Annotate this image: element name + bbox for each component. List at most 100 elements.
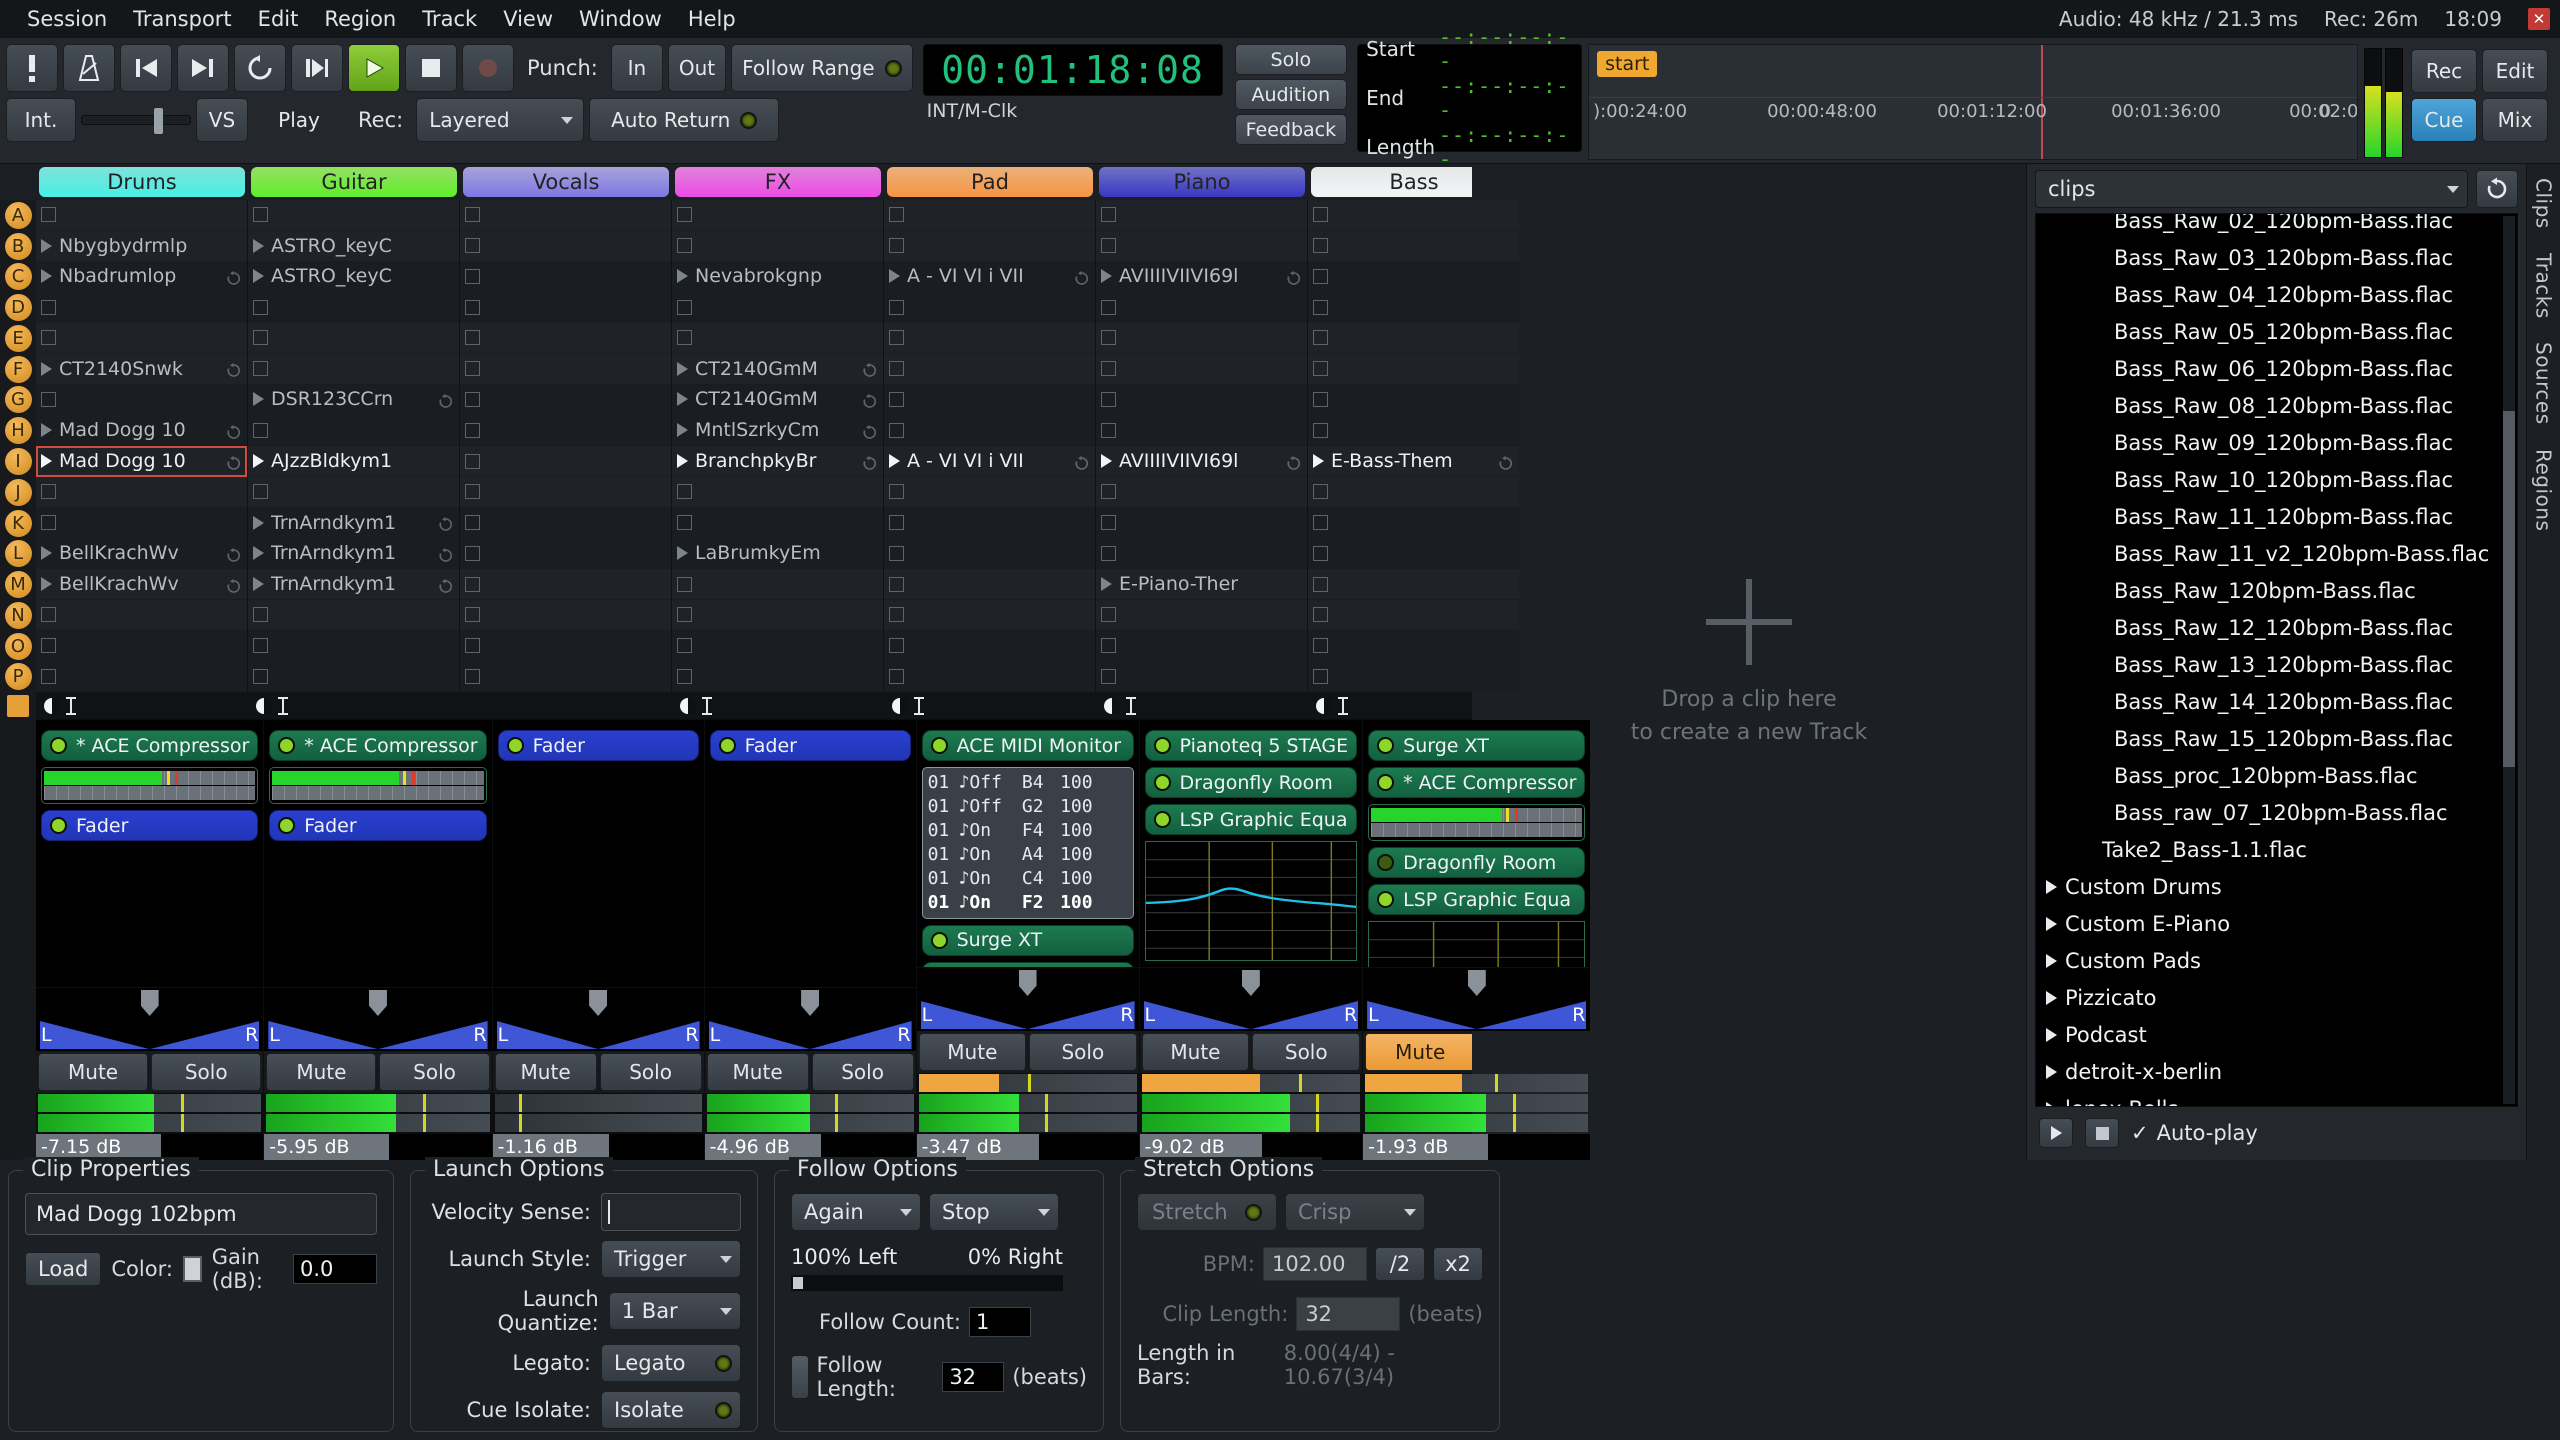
clip-slot[interactable]	[36, 323, 247, 354]
panner[interactable]: LR	[493, 987, 704, 1051]
cue-row-H[interactable]: H	[0, 415, 36, 446]
clip-slot[interactable]	[1308, 631, 1519, 662]
clip-slot[interactable]	[884, 631, 1095, 662]
processor-led-icon[interactable]	[1154, 811, 1171, 828]
stretch-mode-select[interactable]: Crisp	[1285, 1193, 1425, 1231]
clip-slot[interactable]	[460, 661, 671, 692]
clip-slot[interactable]	[884, 569, 1095, 600]
clip-slot[interactable]	[460, 200, 671, 231]
track-name-drums[interactable]: Drums	[39, 167, 245, 197]
clip-name-input[interactable]: Mad Dogg 102bpm	[25, 1193, 377, 1235]
panner[interactable]: LR	[36, 987, 263, 1051]
slider-handle[interactable]	[793, 1277, 803, 1289]
mute-button[interactable]: Mute	[1365, 1033, 1475, 1071]
clip-slot[interactable]	[460, 477, 671, 508]
solo-button[interactable]: Solo	[1252, 1033, 1360, 1071]
clip-file-item[interactable]: Bass_Raw_09_120bpm-Bass.flac	[2036, 424, 2517, 461]
clip-length-input[interactable]: 32	[1296, 1297, 1400, 1331]
follow-length-toggle[interactable]	[791, 1355, 809, 1399]
clip-slot[interactable]	[1096, 323, 1307, 354]
clip-slot[interactable]: AVIIIIVIIVI69l	[1096, 262, 1307, 293]
punch-in-button[interactable]: In	[611, 44, 663, 92]
clip-slot[interactable]: AVIIIIVIIVI69l	[1096, 446, 1307, 477]
mute-button[interactable]: Mute	[266, 1053, 376, 1091]
clip-slot[interactable]	[672, 600, 883, 631]
clip-slot[interactable]: Nbygbydrmlp	[36, 231, 247, 262]
clip-slot[interactable]	[460, 415, 671, 446]
processor-plugin[interactable]: * ACE Compressor	[269, 730, 486, 761]
processor-led-icon[interactable]	[931, 737, 948, 754]
clip-file-item[interactable]: Bass_Raw_120bpm-Bass.flac	[2036, 572, 2517, 609]
mute-button[interactable]: Mute	[38, 1053, 148, 1091]
marker-start[interactable]: start	[1597, 51, 1657, 77]
follow-action-a-select[interactable]: Again	[791, 1193, 921, 1231]
processor-plugin[interactable]: Dragonfly Room	[1145, 767, 1358, 798]
tab-tracks[interactable]: Tracks	[2532, 253, 2556, 319]
metronome-button[interactable]	[63, 44, 115, 92]
processor-box[interactable]: Fader	[493, 720, 704, 987]
clip-slot[interactable]	[1308, 508, 1519, 539]
clip-slot[interactable]	[1308, 415, 1519, 446]
processor-box[interactable]: ACE MIDI Monitor01♪OffB410001♪OffG210001…	[917, 720, 1139, 967]
clip-file-item[interactable]: Bass_Raw_05_120bpm-Bass.flac	[2036, 313, 2517, 350]
clip-slot[interactable]	[1096, 661, 1307, 692]
panner[interactable]: LR	[1363, 967, 1590, 1031]
audition-indicator-button[interactable]: Audition	[1235, 79, 1347, 110]
pan-position-knob[interactable]	[1019, 970, 1037, 996]
expander-icon[interactable]	[2046, 954, 2057, 968]
pan-position-knob[interactable]	[801, 990, 819, 1016]
clip-slot[interactable]	[248, 661, 459, 692]
clip-slot[interactable]	[672, 631, 883, 662]
cue-row-F[interactable]: F	[0, 354, 36, 385]
clip-slot[interactable]	[36, 292, 247, 323]
close-icon[interactable]: ✕	[2528, 8, 2550, 30]
record-button[interactable]	[462, 44, 514, 92]
clip-slot[interactable]	[884, 323, 1095, 354]
play-preview-button[interactable]	[2039, 1118, 2073, 1148]
processor-led-icon[interactable]	[1377, 891, 1394, 908]
clips-source-select[interactable]: clips	[2035, 170, 2468, 208]
menu-edit[interactable]: Edit	[245, 3, 312, 35]
clip-slot[interactable]	[884, 292, 1095, 323]
clip-slot[interactable]	[1096, 477, 1307, 508]
mix-window-button[interactable]: Mix	[2482, 98, 2548, 142]
clip-slot[interactable]	[248, 600, 459, 631]
cue-row-G[interactable]: G	[0, 385, 36, 416]
track-stop-bar[interactable]	[248, 692, 459, 720]
stop-all-cues-button[interactable]	[0, 692, 36, 720]
clips-list-scrollbar[interactable]	[2503, 216, 2515, 1104]
clip-slot[interactable]	[1096, 385, 1307, 416]
processor-plugin[interactable]: * ACE Compressor	[41, 730, 258, 761]
processor-box[interactable]: * ACE CompressorFader	[264, 720, 491, 987]
processor-fader[interactable]: Fader	[41, 810, 258, 841]
clip-slot[interactable]	[248, 292, 459, 323]
shuttle-knob[interactable]	[154, 108, 163, 134]
clip-file-item[interactable]: Bass_Raw_12_120bpm-Bass.flac	[2036, 609, 2517, 646]
pan-position-knob[interactable]	[1242, 970, 1260, 996]
clip-group-item[interactable]: Custom E-Piano	[2036, 905, 2517, 942]
cue-row-P[interactable]: P	[0, 661, 36, 692]
clip-slot[interactable]	[884, 231, 1095, 262]
clip-slot[interactable]	[248, 631, 459, 662]
clip-slot[interactable]	[1096, 200, 1307, 231]
expander-icon[interactable]	[2046, 1028, 2057, 1042]
clip-slot[interactable]	[460, 385, 671, 416]
clip-file-item[interactable]: Bass_raw_07_120bpm-Bass.flac	[2036, 794, 2517, 831]
clip-group-item[interactable]: lenox-Bells	[2036, 1090, 2517, 1107]
clip-slot[interactable]	[1096, 415, 1307, 446]
auto-return-button[interactable]: Auto Return	[589, 98, 779, 142]
clip-slot[interactable]: BranchpkyBr	[672, 446, 883, 477]
clip-file-item[interactable]: Bass_Raw_03_120bpm-Bass.flac	[2036, 239, 2517, 276]
clip-slot[interactable]	[460, 446, 671, 477]
clip-slot[interactable]	[884, 661, 1095, 692]
clip-file-item[interactable]: Bass_Raw_14_120bpm-Bass.flac	[2036, 683, 2517, 720]
pan-position-knob[interactable]	[1468, 970, 1486, 996]
clip-slot[interactable]: Mad Dogg 10	[36, 415, 247, 446]
vari-speed-button[interactable]: VS	[196, 98, 248, 142]
bpm-half-button[interactable]: /2	[1375, 1247, 1425, 1281]
clip-file-item[interactable]: Bass_Raw_15_120bpm-Bass.flac	[2036, 720, 2517, 757]
tab-regions[interactable]: Regions	[2532, 449, 2556, 531]
clip-slot[interactable]	[1308, 385, 1519, 416]
auto-play-toggle[interactable]: ✓ Auto-play	[2131, 1121, 2258, 1145]
processor-plugin[interactable]: Dragonfly Room	[1368, 847, 1585, 878]
